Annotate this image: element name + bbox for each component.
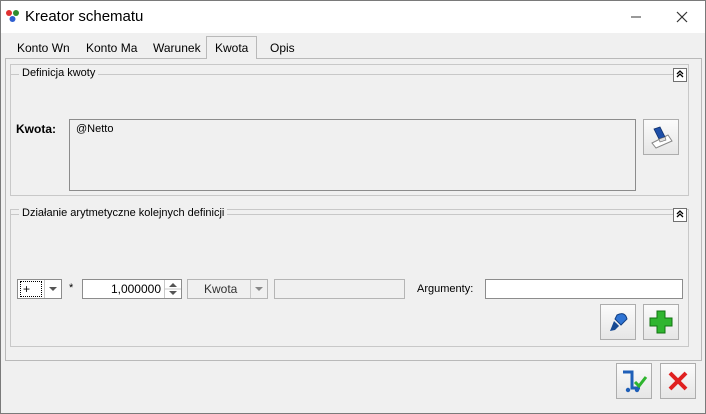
definition-field[interactable] [274,279,405,299]
cancel-button[interactable] [660,363,696,399]
save-icon [623,370,648,393]
save-button[interactable] [616,363,652,399]
tab-warunek[interactable]: Warunek [145,39,209,59]
operator-value: + [20,281,42,297]
kwota-label: Kwota: [16,122,56,136]
pin-button[interactable] [600,304,636,340]
collapse-up-icon [676,210,684,218]
edit-formula-icon [651,126,673,149]
type-value: Kwota [204,282,238,296]
tab-opis[interactable]: Opis [262,39,303,59]
factor-spin-buttons[interactable] [164,280,181,298]
argumenty-label: Argumenty: [417,283,474,295]
edit-formula-button[interactable] [643,119,679,155]
type-dropdown-arrow[interactable] [250,280,267,298]
app-icon [6,10,19,22]
operator-dropdown-arrow[interactable] [44,280,61,298]
definicja-collapse-button[interactable] [673,68,687,82]
add-button[interactable] [643,304,679,340]
spin-arrows-icon [165,283,181,295]
group-header-line [11,74,687,75]
factor-stepper[interactable]: 1,000000 [82,279,182,299]
collapse-up-icon [676,70,684,78]
title-bar: Kreator schematu [1,1,705,33]
kreator-schematu-window: Kreator schematu Konto Wn Konto Ma Warun… [0,0,706,414]
kwota-formula-field[interactable]: @Netto [69,119,636,191]
definicja-kwoty-title: Definicja kwoty [19,67,99,79]
factor-value: 1,000000 [110,282,161,296]
dzialanie-collapse-button[interactable] [673,208,687,222]
minimize-button[interactable] [613,1,659,33]
tab-konto-wn[interactable]: Konto Wn [9,39,78,59]
dzialanie-title: Działanie arytmetyczne kolejnych definic… [19,207,228,219]
chevron-down-icon [49,286,57,291]
tab-konto-ma[interactable]: Konto Ma [78,39,145,59]
multiply-sign: * [69,282,74,294]
operator-select[interactable]: + [17,279,62,299]
pin-icon [610,313,628,331]
close-button[interactable] [659,1,705,33]
dzialanie-group [10,209,689,347]
tab-kwota[interactable]: Kwota [206,36,258,59]
tab-page-kwota: Definicja kwoty Kwota: @Netto Działanie … [5,58,702,361]
cancel-icon [668,371,688,391]
close-icon [676,11,688,23]
window-title: Kreator schematu [25,8,144,25]
add-icon [649,310,673,334]
chevron-down-icon [255,286,263,291]
minimize-icon [631,16,641,18]
argumenty-input[interactable] [485,279,683,299]
type-select[interactable]: Kwota [187,279,268,299]
